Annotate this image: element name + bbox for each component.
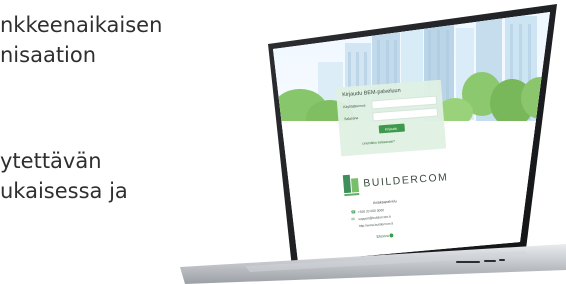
phone-icon: ☎: [351, 209, 357, 214]
laptop-mockup: Kirjaudu BEM-palveluun Käyttäjätunnus Sa…: [180, 4, 566, 284]
login-panel: Kirjaudu BEM-palveluun Käyttäjätunnus Sa…: [335, 79, 447, 157]
